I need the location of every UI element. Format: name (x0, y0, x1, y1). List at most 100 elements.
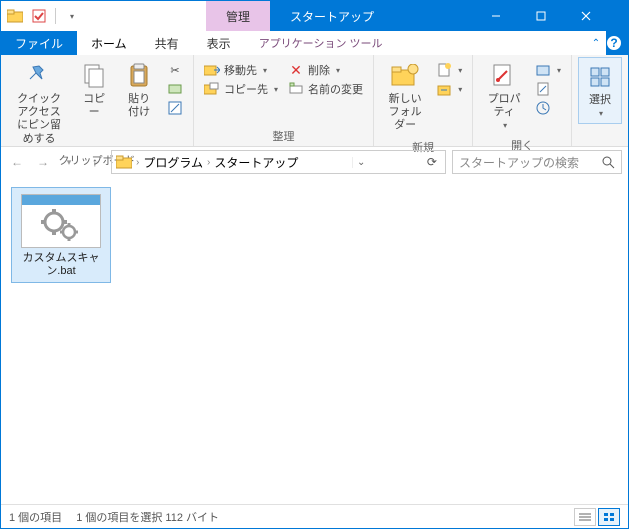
share-tab[interactable]: 共有 (141, 31, 193, 55)
breadcrumb-programs[interactable]: プログラム (143, 154, 203, 171)
history-button[interactable] (531, 99, 565, 117)
back-button[interactable]: ← (7, 152, 27, 172)
paste-shortcut-button[interactable] (163, 99, 187, 117)
new-item-button[interactable]: ▾ (432, 61, 466, 79)
cut-button[interactable]: ✂ (163, 61, 187, 79)
collapse-ribbon-icon[interactable]: ⌃ (586, 31, 606, 55)
rename-label: 名前の変更 (308, 81, 363, 97)
ribbon: クイック アクセスにピン留めする コピー 貼り付け ✂ (1, 55, 628, 147)
file-name: カスタムスキャン.bat (14, 252, 108, 278)
paste-button[interactable]: 貼り付け (117, 57, 161, 123)
contextual-tabs: 管理 (206, 1, 270, 31)
close-button[interactable] (563, 11, 608, 21)
move-to-button[interactable]: 移動先▾ (200, 61, 282, 79)
qat-dropdown-icon[interactable]: ▾ (62, 6, 82, 26)
navigation-bar: ← → ▾ ↑ › プログラム › スタートアップ ⌄ ⟳ スタートアップの検索 (1, 147, 628, 177)
new-folder-icon (390, 61, 420, 91)
minimize-button[interactable] (473, 11, 518, 21)
new-folder-button[interactable]: 新しい フォルダー (380, 57, 430, 137)
pin-quick-access-button[interactable]: クイック アクセスにピン留めする (7, 57, 71, 150)
delete-icon: ✕ (288, 62, 304, 78)
window-controls (473, 11, 608, 21)
maximize-button[interactable] (518, 11, 563, 21)
delete-button[interactable]: ✕ 削除▾ (284, 61, 367, 79)
chevron-right-icon[interactable]: › (205, 157, 212, 168)
copy-path-button[interactable] (163, 80, 187, 98)
separator (55, 8, 56, 24)
forward-button[interactable]: → (33, 152, 53, 172)
organize-group-label: 整理 (200, 126, 367, 146)
manage-contextual-tab[interactable]: 管理 (206, 1, 270, 31)
delete-label: 削除 (308, 62, 330, 78)
pin-icon (24, 61, 54, 91)
easy-access-icon (436, 81, 452, 97)
select-button[interactable]: 選択▾ (578, 57, 622, 124)
recent-locations-button[interactable]: ▾ (59, 152, 79, 172)
search-placeholder: スタートアップの検索 (459, 154, 579, 171)
address-bar[interactable]: › プログラム › スタートアップ ⌄ ⟳ (111, 150, 446, 174)
window-title: スタートアップ (270, 1, 628, 31)
path-icon (167, 81, 183, 97)
search-box[interactable]: スタートアップの検索 (452, 150, 622, 174)
copy-icon (79, 61, 109, 91)
tab-strip-filler (397, 31, 586, 55)
open-icon (535, 62, 551, 78)
select-group-label (578, 142, 622, 146)
easy-access-button[interactable]: ▾ (432, 80, 466, 98)
new-group: 新しい フォルダー ▾ ▾ 新規 (374, 55, 473, 146)
item-count: 1 個の項目 (9, 509, 62, 525)
paste-icon (124, 61, 154, 91)
address-dropdown-icon[interactable]: ⌄ (352, 157, 369, 168)
copy-to-label: コピー先 (224, 81, 268, 97)
move-to-label: 移動先 (224, 62, 257, 78)
up-button[interactable]: ↑ (85, 152, 105, 172)
copy-button[interactable]: コピー (73, 57, 115, 123)
scissors-icon: ✂ (167, 62, 183, 78)
clipboard-group: クイック アクセスにピン留めする コピー 貼り付け ✂ (1, 55, 194, 146)
moveto-icon (204, 62, 220, 78)
history-icon (535, 100, 551, 116)
select-label: 選択 (589, 94, 611, 107)
rename-button[interactable]: 名前の変更 (284, 80, 367, 98)
bat-file-icon (21, 194, 101, 248)
paste-label: 貼り付け (123, 93, 155, 119)
properties-button[interactable]: プロパティ▾ (479, 57, 529, 135)
titlebar: ▾ 管理 スタートアップ (1, 1, 628, 31)
overlay-icon (29, 6, 49, 26)
file-list[interactable]: カスタムスキャン.bat (1, 177, 628, 504)
folder-icon (5, 6, 25, 26)
properties-icon (489, 61, 519, 91)
clipboard-extra: ✂ (163, 57, 187, 117)
edit-icon (535, 81, 551, 97)
file-tab[interactable]: ファイル (1, 31, 77, 55)
application-tools-tab[interactable]: アプリケーション ツール (245, 31, 397, 55)
open-group: プロパティ▾ ▾ 開く (473, 55, 572, 146)
file-item[interactable]: カスタムスキャン.bat (11, 187, 111, 283)
view-toggle (574, 508, 620, 526)
copyto-icon (204, 81, 220, 97)
quick-access-toolbar: ▾ (1, 1, 86, 31)
ribbon-tab-strip: ファイル ホーム 共有 表示 アプリケーション ツール ⌃ ? (1, 31, 628, 55)
explorer-window: ▾ 管理 スタートアップ ファイル ホーム 共有 表示 アプリケ (0, 0, 629, 529)
view-tab[interactable]: 表示 (193, 31, 245, 55)
selection-info: 1 個の項目を選択 112 バイト (76, 509, 219, 525)
details-view-button[interactable] (574, 508, 596, 526)
open-button[interactable]: ▾ (531, 61, 565, 79)
properties-label: プロパティ (485, 93, 523, 119)
refresh-button[interactable]: ⟳ (423, 155, 441, 169)
select-group: 選択▾ (572, 55, 628, 146)
window-title-text: スタートアップ (290, 8, 374, 25)
new-folder-label: 新しい フォルダー (386, 93, 424, 133)
organize-group: 移動先▾ コピー先▾ ✕ 削除▾ 名前の変更 (194, 55, 374, 146)
search-icon (602, 156, 615, 169)
copy-to-button[interactable]: コピー先▾ (200, 80, 282, 98)
status-bar: 1 個の項目 1 個の項目を選択 112 バイト (1, 504, 628, 528)
select-icon (585, 62, 615, 92)
icons-view-button[interactable] (598, 508, 620, 526)
chevron-right-icon[interactable]: › (134, 157, 141, 168)
breadcrumb-startup[interactable]: スタートアップ (214, 154, 298, 171)
help-icon[interactable]: ? (606, 35, 622, 51)
copy-label: コピー (79, 93, 109, 119)
home-tab[interactable]: ホーム (77, 31, 141, 55)
edit-button[interactable] (531, 80, 565, 98)
